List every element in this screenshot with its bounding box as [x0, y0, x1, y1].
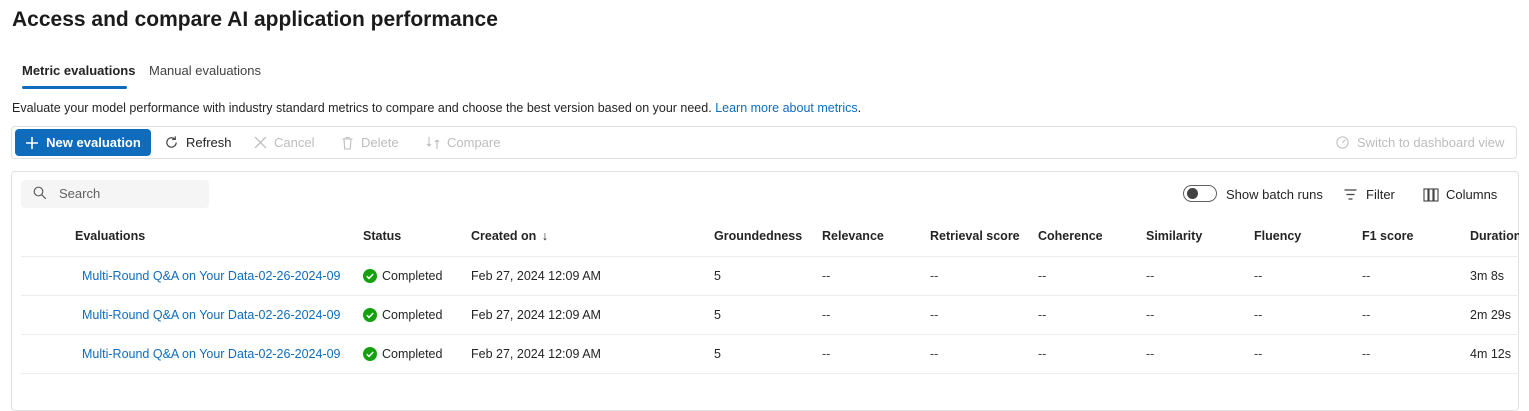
duration-cell: 4m 12s [1470, 347, 1511, 361]
header-status[interactable]: Status [363, 229, 401, 243]
refresh-button[interactable]: Refresh [164, 127, 232, 158]
header-fluency[interactable]: Fluency [1254, 229, 1301, 243]
groundedness-cell: 5 [714, 269, 721, 283]
header-relevance[interactable]: Relevance [822, 229, 884, 243]
fluency-cell: -- [1254, 308, 1263, 322]
cancel-button[interactable]: Cancel [254, 127, 314, 158]
new-evaluation-button[interactable]: New evaluation [15, 129, 151, 156]
header-created-on[interactable]: Created on ↓ [471, 229, 548, 243]
command-bar: New evaluation Refresh Cancel Delete Com… [11, 126, 1517, 159]
header-created-on-label: Created on [471, 229, 537, 243]
header-groundedness[interactable]: Groundedness [714, 229, 802, 243]
header-coherence[interactable]: Coherence [1038, 229, 1103, 243]
header-f1-score[interactable]: F1 score [1362, 229, 1413, 243]
row-divider [21, 373, 1519, 374]
cancel-label: Cancel [274, 135, 315, 150]
compare-button[interactable]: Compare [426, 127, 500, 158]
status-text: Completed [382, 347, 443, 361]
similarity-cell: -- [1146, 347, 1155, 361]
refresh-icon [166, 136, 177, 148]
switch-dashboard-view-button[interactable]: Switch to dashboard view [1335, 127, 1504, 158]
columns-label: Columns [1446, 187, 1498, 202]
filter-icon [1344, 189, 1357, 200]
page-description: Evaluate your model performance with ind… [12, 101, 861, 115]
delete-label: Delete [361, 135, 399, 150]
groundedness-cell: 5 [714, 347, 721, 361]
plus-icon [26, 136, 39, 149]
description-suffix: . [857, 101, 862, 115]
new-evaluation-label: New evaluation [46, 135, 141, 150]
header-similarity[interactable]: Similarity [1146, 229, 1202, 243]
filter-button[interactable]: Filter [1344, 187, 1395, 202]
relevance-cell: -- [822, 269, 831, 283]
evaluation-name-link[interactable]: Multi-Round Q&A on Your Data-02-26-2024-… [82, 269, 344, 283]
f1-score-cell: -- [1362, 308, 1371, 322]
compare-label: Compare [447, 135, 501, 150]
filter-label: Filter [1366, 187, 1395, 202]
trash-icon [342, 136, 353, 150]
duration-cell: 3m 8s [1470, 269, 1505, 283]
learn-more-link[interactable]: Learn more about metrics [715, 101, 857, 115]
page-title: Access and compare AI application perfor… [12, 8, 498, 31]
search-icon [33, 186, 47, 200]
close-icon [254, 136, 267, 149]
search-input[interactable] [57, 185, 201, 202]
tab-manual-evaluations[interactable]: Manual evaluations [149, 63, 261, 78]
sort-descending-icon: ↓ [541, 229, 549, 243]
groundedness-cell: 5 [714, 308, 721, 322]
created-on-cell: Feb 27, 2024 12:09 AM [471, 347, 601, 361]
similarity-cell: -- [1146, 308, 1155, 322]
tab-metric-evaluations[interactable]: Metric evaluations [22, 63, 135, 78]
relevance-cell: -- [822, 308, 831, 322]
refresh-label: Refresh [186, 135, 232, 150]
description-text: Evaluate your model performance with ind… [12, 101, 712, 115]
coherence-cell: -- [1038, 347, 1047, 361]
retrieval-score-cell: -- [930, 308, 939, 322]
retrieval-score-cell: -- [930, 269, 939, 283]
retrieval-score-cell: -- [930, 347, 939, 361]
row-divider [21, 256, 1519, 257]
relevance-cell: -- [822, 347, 831, 361]
evaluations-panel [11, 171, 1519, 411]
completed-check-icon [363, 308, 377, 322]
status-text: Completed [382, 308, 443, 322]
duration-cell: 2m 29s [1470, 308, 1511, 322]
completed-check-icon [363, 347, 377, 361]
created-on-cell: Feb 27, 2024 12:09 AM [471, 308, 601, 322]
coherence-cell: -- [1038, 269, 1047, 283]
columns-button[interactable]: Columns [1423, 187, 1497, 202]
evaluation-name-link[interactable]: Multi-Round Q&A on Your Data-02-26-2024-… [82, 347, 344, 361]
active-tab-indicator [22, 86, 127, 89]
show-batch-runs-toggle[interactable] [1183, 185, 1217, 202]
dashboard-gauge-icon [1336, 136, 1349, 149]
switch-dashboard-view-label: Switch to dashboard view [1357, 135, 1505, 150]
header-duration[interactable]: Duration [1470, 229, 1519, 243]
status-text: Completed [382, 269, 443, 283]
fluency-cell: -- [1254, 347, 1263, 361]
completed-check-icon [363, 269, 377, 283]
row-divider [21, 334, 1519, 335]
f1-score-cell: -- [1362, 269, 1371, 283]
columns-icon [1423, 187, 1439, 202]
evaluation-name-link[interactable]: Multi-Round Q&A on Your Data-02-26-2024-… [82, 308, 344, 322]
similarity-cell: -- [1146, 269, 1155, 283]
row-divider [21, 295, 1519, 296]
toggle-knob [1187, 188, 1198, 199]
search-box[interactable] [21, 180, 209, 208]
delete-button[interactable]: Delete [341, 127, 399, 158]
show-batch-runs-label: Show batch runs [1226, 187, 1323, 202]
header-evaluations[interactable]: Evaluations [75, 229, 145, 243]
fluency-cell: -- [1254, 269, 1263, 283]
f1-score-cell: -- [1362, 347, 1371, 361]
header-retrieval-score[interactable]: Retrieval score [930, 229, 1020, 243]
created-on-cell: Feb 27, 2024 12:09 AM [471, 269, 601, 283]
coherence-cell: -- [1038, 308, 1047, 322]
compare-icon [426, 136, 440, 149]
